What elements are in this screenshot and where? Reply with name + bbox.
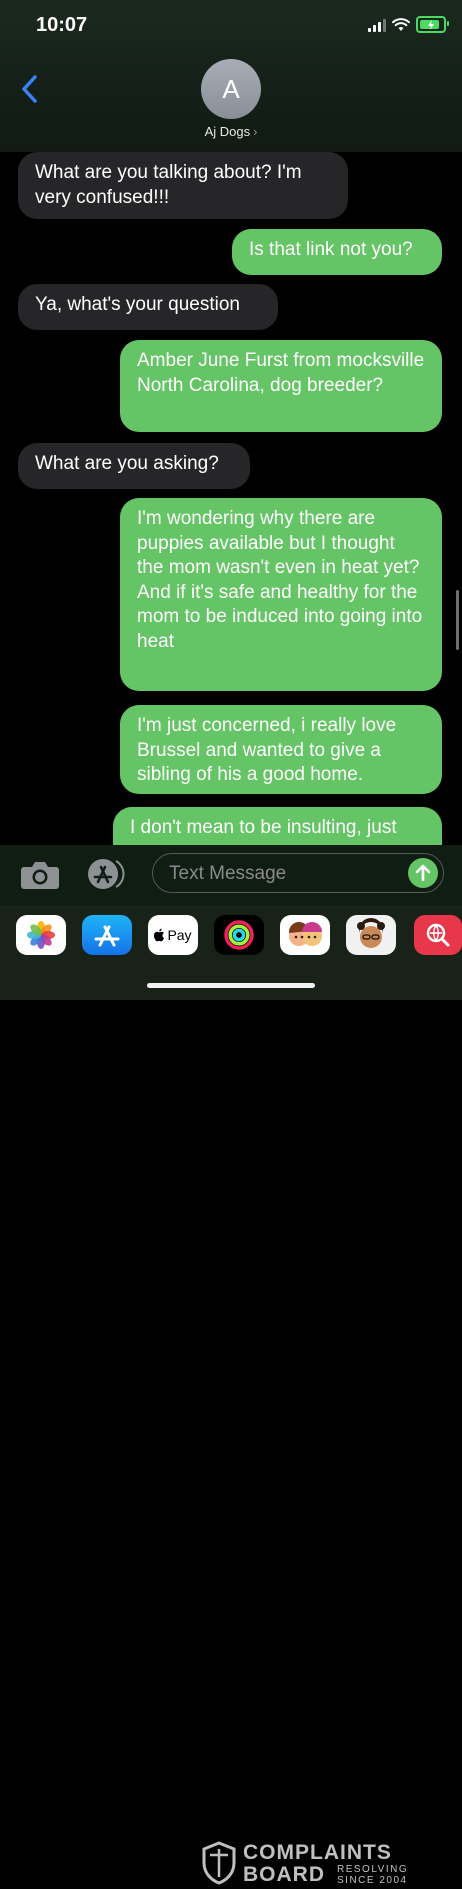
memoji-icon	[288, 921, 322, 946]
message-bubble-incoming[interactable]: What are you asking?	[18, 443, 250, 489]
memoji-app-button[interactable]	[280, 915, 330, 955]
memoji-stickers-app-button[interactable]	[346, 915, 396, 955]
contact-avatar[interactable]: A	[201, 59, 261, 119]
message-bubble-outgoing[interactable]: Amber June Furst from mocksville North C…	[120, 340, 442, 432]
cellular-signal-icon	[368, 18, 386, 32]
shield-logo-icon	[202, 1841, 236, 1885]
message-list[interactable]: What are you talking about? I'm very con…	[0, 152, 462, 845]
watermark-line-2: BOARD	[243, 1863, 325, 1886]
apple-pay-icon	[154, 928, 165, 942]
photos-icon	[27, 921, 55, 949]
arrow-up-icon	[415, 864, 431, 882]
message-bubble-incoming[interactable]: Ya, what's your question	[18, 284, 278, 330]
message-text-field[interactable]	[152, 853, 444, 893]
scrollbar[interactable]	[456, 590, 459, 650]
app-store-icon[interactable]	[86, 857, 130, 891]
globe-search-icon	[426, 923, 450, 947]
watermark-tagline-1: RESOLVING	[337, 1864, 409, 1875]
send-button[interactable]	[408, 858, 438, 888]
contact-name: Aj Dogs	[204, 124, 251, 139]
message-bubble-outgoing[interactable]: I'm wondering why there are puppies avai…	[120, 498, 442, 691]
watermark-tagline: RESOLVING SINCE 2004	[337, 1864, 408, 1886]
status-time: 10:07	[36, 14, 88, 36]
memoji-icon	[357, 918, 385, 948]
chevron-right-icon: ›	[253, 124, 258, 139]
image-search-app-button[interactable]	[414, 915, 462, 955]
message-bubble-incoming[interactable]: What are you talking about? I'm very con…	[18, 152, 348, 219]
message-input-bar	[0, 845, 462, 905]
photos-app-button[interactable]	[16, 915, 66, 955]
message-bubble-outgoing[interactable]: Is that link not you?	[232, 229, 442, 275]
wifi-icon	[392, 17, 410, 31]
message-bubble-outgoing[interactable]: I'm just concerned, i really love Brusse…	[120, 705, 442, 794]
home-indicator[interactable]	[147, 983, 315, 988]
camera-icon[interactable]	[20, 859, 60, 891]
message-bubble-outgoing[interactable]: I don't mean to be insulting, just	[113, 807, 442, 845]
apple-pay-label: Pay	[167, 927, 192, 943]
status-icons	[368, 16, 449, 33]
fitness-app-button[interactable]	[214, 915, 264, 955]
watermark-tagline-2: SINCE 2004	[337, 1875, 408, 1886]
battery-charging-icon	[416, 16, 449, 33]
activity-rings-icon	[224, 920, 254, 950]
app-store-app-button[interactable]	[82, 915, 132, 955]
conversation-header: 10:07 A Aj Dogs ›	[0, 0, 462, 152]
complaints-board-watermark: COMPLAINTS BOARD RESOLVING SINCE 2004	[201, 1839, 421, 1889]
watermark-line-1: COMPLAINTS	[243, 1841, 392, 1864]
app-store-icon	[94, 925, 120, 947]
contact-name-button[interactable]: Aj Dogs ›	[0, 124, 462, 139]
back-chevron-icon[interactable]	[16, 72, 44, 106]
message-input[interactable]	[167, 854, 401, 893]
apple-pay-app-button[interactable]: Pay	[148, 915, 198, 955]
